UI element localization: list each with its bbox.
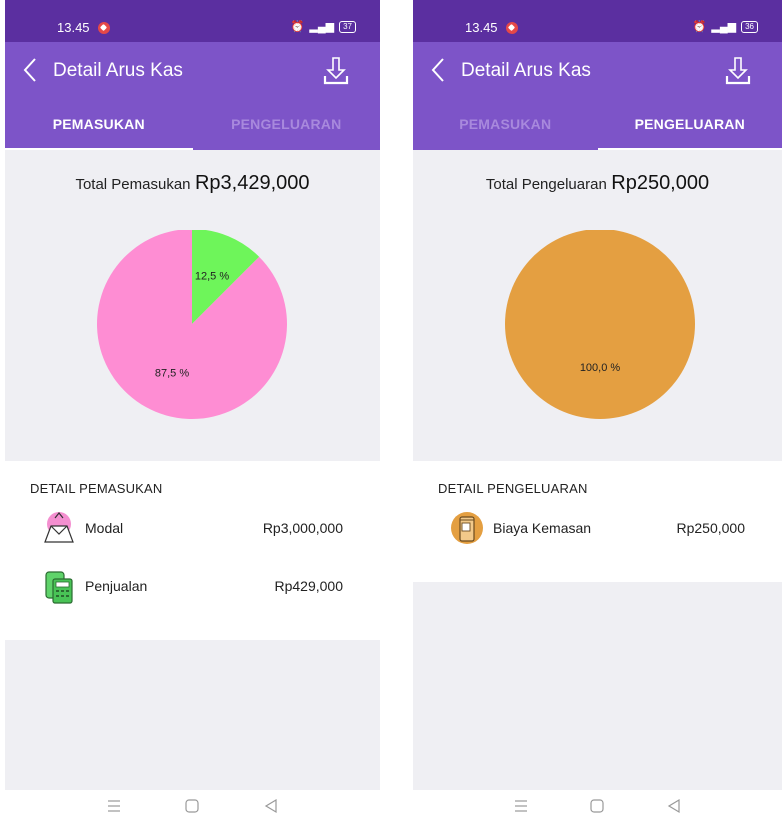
battery-icon: 37: [339, 20, 356, 33]
pie-slice-label: 12,5 %: [195, 271, 229, 283]
pie-chart: 100,0 %: [505, 230, 695, 419]
cash-register-icon: [45, 571, 73, 604]
total-label: Total Pemasukan: [75, 176, 191, 193]
total-summary: Total Pengeluaran Rp250,000: [413, 172, 782, 195]
total-amount: Rp3,429,000: [194, 172, 310, 194]
total-label: Total Pengeluaran: [485, 176, 607, 193]
detail-header: DETAIL PEMASUKAN: [30, 481, 163, 496]
notification-icon: [505, 21, 518, 34]
pie-slice-label: 87,5 %: [155, 367, 189, 379]
screen-pemasukan: 13.45 ⏰ ▂▄▆ 37 Detail Arus Kas PEMASUKAN…: [5, 0, 380, 822]
notification-icon: [97, 21, 110, 34]
back-icon[interactable]: [664, 796, 684, 816]
item-amount: Rp429,000: [274, 578, 343, 594]
item-label: Modal: [85, 520, 124, 536]
app-bar: Detail Arus Kas: [5, 42, 380, 98]
item-amount: Rp250,000: [676, 520, 745, 536]
status-time: 13.45: [465, 20, 498, 35]
menu-icon[interactable]: [104, 796, 124, 816]
system-nav-bar: [5, 790, 380, 822]
status-bar: 13.45 ⏰ ▂▄▆ 37: [5, 0, 380, 42]
tab-bar: PEMASUKAN PENGELUARAN: [413, 98, 782, 150]
home-icon[interactable]: [182, 796, 202, 816]
list-item-biaya-kemasan[interactable]: Biaya Kemasan Rp250,000: [447, 508, 745, 548]
tab-pengeluaran[interactable]: PENGELUARAN: [598, 98, 782, 150]
tab-pemasukan[interactable]: PEMASUKAN: [413, 98, 598, 150]
battery-icon: 36: [741, 20, 758, 33]
signal-icon: ▂▄▆: [309, 21, 335, 33]
pie-slice: [505, 230, 695, 419]
item-amount: Rp3,000,000: [262, 520, 343, 536]
page-title: Detail Arus Kas: [53, 60, 183, 81]
detail-section: DETAIL PENGELUARAN Biaya Kemasan Rp250,0…: [413, 461, 782, 582]
item-label: Penjualan: [85, 578, 148, 594]
pie-slice-label: 100,0 %: [580, 362, 621, 374]
alarm-icon: ⏰: [692, 21, 707, 33]
back-arrow-icon[interactable]: [19, 56, 43, 84]
tab-pemasukan[interactable]: PEMASUKAN: [5, 98, 193, 150]
download-icon[interactable]: [724, 54, 752, 86]
detail-header: DETAIL PENGELUARAN: [438, 481, 588, 496]
package-box-icon: [451, 512, 483, 544]
list-item-modal[interactable]: Modal Rp3,000,000: [39, 508, 343, 548]
money-bag-icon: [44, 512, 74, 543]
screen-pengeluaran: 13.45 ⏰ ▂▄▆ 36 Detail Arus Kas PEMASUKAN…: [413, 0, 782, 822]
tab-pengeluaran[interactable]: PENGELUARAN: [193, 98, 381, 150]
signal-icon: ▂▄▆: [711, 21, 737, 33]
download-icon[interactable]: [322, 54, 350, 86]
pie-chart: 12,5 % 87,5 %: [97, 230, 287, 419]
status-time: 13.45: [57, 20, 90, 35]
menu-icon[interactable]: [511, 796, 531, 816]
total-summary: Total Pemasukan Rp3,429,000: [5, 172, 380, 195]
chart-area: Total Pemasukan Rp3,429,000 12,5 % 87,5 %: [5, 150, 380, 461]
total-amount: Rp250,000: [611, 172, 710, 194]
back-icon[interactable]: [261, 796, 281, 816]
chart-area: Total Pengeluaran Rp250,000 100,0 %: [413, 150, 782, 461]
page-title: Detail Arus Kas: [461, 60, 591, 81]
system-nav-bar: [413, 790, 782, 822]
item-label: Biaya Kemasan: [493, 520, 592, 536]
status-bar: 13.45 ⏰ ▂▄▆ 36: [413, 0, 782, 42]
tab-bar: PEMASUKAN PENGELUARAN: [5, 98, 380, 150]
pie-slice: [97, 230, 287, 419]
empty-area: [5, 640, 380, 790]
empty-area: [413, 582, 782, 790]
app-bar: Detail Arus Kas: [413, 42, 782, 98]
back-arrow-icon[interactable]: [427, 56, 451, 84]
alarm-icon: ⏰: [290, 21, 305, 33]
detail-section: DETAIL PEMASUKAN Modal Rp3,000,000 Penju…: [5, 461, 380, 640]
list-item-penjualan[interactable]: Penjualan Rp429,000: [39, 566, 343, 606]
home-icon[interactable]: [587, 796, 607, 816]
